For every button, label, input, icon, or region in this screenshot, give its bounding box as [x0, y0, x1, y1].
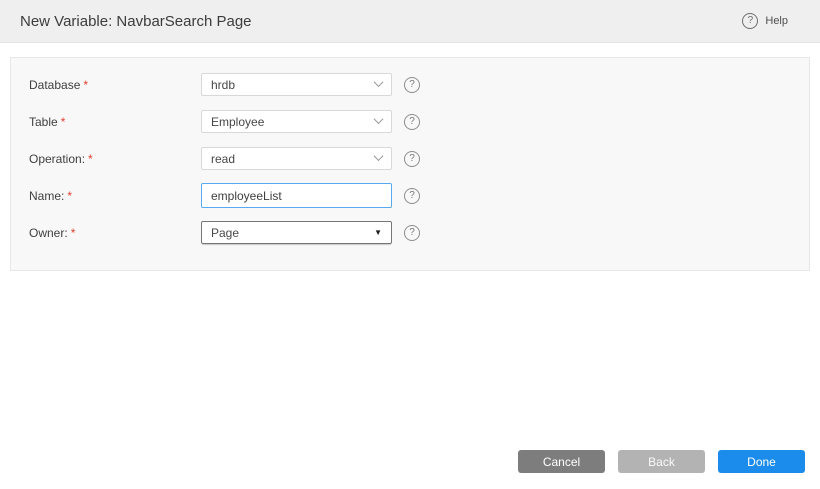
chevron-down-icon: [374, 77, 384, 87]
owner-help-icon[interactable]: ?: [404, 225, 420, 241]
name-label: Name:*: [11, 189, 201, 203]
form-row-database: Database* hrdb ?: [11, 73, 809, 96]
owner-value: Page: [211, 226, 239, 240]
footer-actions: Cancel Back Done: [518, 450, 805, 473]
operation-help-icon[interactable]: ?: [404, 151, 420, 167]
required-asterisk: *: [83, 78, 88, 92]
chevron-down-icon: [374, 114, 384, 124]
form-row-name: Name:* ?: [11, 184, 809, 207]
database-label: Database*: [11, 78, 201, 92]
chevron-down-icon: [374, 151, 384, 161]
operation-label: Operation:*: [11, 152, 201, 166]
done-button[interactable]: Done: [718, 450, 805, 473]
select-arrow-icon: ▼: [374, 229, 382, 237]
help-button[interactable]: ? Help: [742, 13, 788, 29]
table-help-icon[interactable]: ?: [404, 114, 420, 130]
name-help-icon[interactable]: ?: [404, 188, 420, 204]
form-row-table: Table* Employee ?: [11, 110, 809, 133]
required-asterisk: *: [61, 115, 66, 129]
form-panel: Database* hrdb ? Table* Employee ? Opera…: [10, 57, 810, 271]
dialog-header: New Variable: NavbarSearch Page ? Help: [0, 0, 820, 43]
table-value: Employee: [211, 115, 264, 129]
help-icon: ?: [742, 13, 758, 29]
required-asterisk: *: [67, 189, 72, 203]
required-asterisk: *: [88, 152, 93, 166]
table-label: Table*: [11, 115, 201, 129]
name-input[interactable]: [201, 183, 392, 208]
owner-select[interactable]: Page ▼: [201, 221, 392, 244]
owner-label: Owner:*: [11, 226, 201, 240]
table-dropdown[interactable]: Employee: [201, 110, 392, 133]
operation-value: read: [211, 152, 235, 166]
cancel-button[interactable]: Cancel: [518, 450, 605, 473]
back-button[interactable]: Back: [618, 450, 705, 473]
form-row-owner: Owner:* Page ▼ ?: [11, 221, 809, 244]
form-row-operation: Operation:* read ?: [11, 147, 809, 170]
page-title: New Variable: NavbarSearch Page: [20, 13, 252, 30]
database-dropdown[interactable]: hrdb: [201, 73, 392, 96]
operation-dropdown[interactable]: read: [201, 147, 392, 170]
database-help-icon[interactable]: ?: [404, 77, 420, 93]
required-asterisk: *: [71, 226, 76, 240]
help-label: Help: [765, 15, 788, 27]
database-value: hrdb: [211, 78, 235, 92]
